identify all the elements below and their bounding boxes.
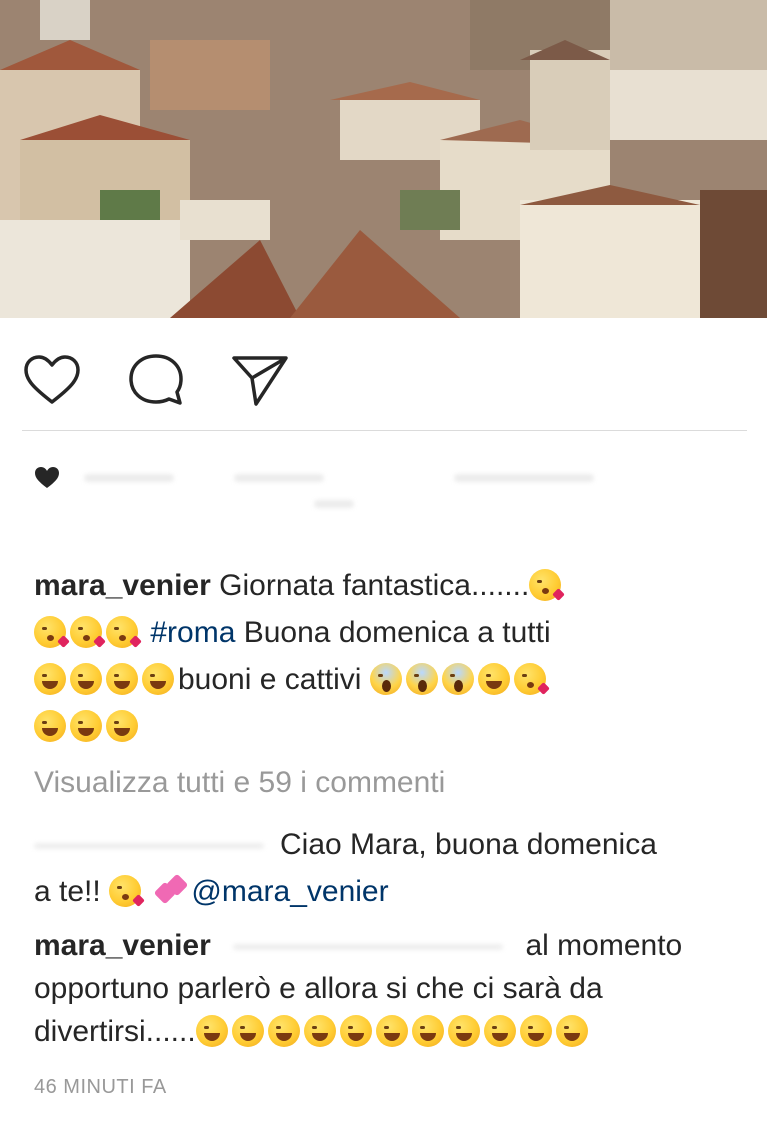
comment-2: mara_venier al momento opportuno parlerò… bbox=[34, 924, 744, 1053]
caption-text: Buona domenica a tutti bbox=[243, 616, 551, 649]
tears-of-joy-emoji bbox=[555, 1015, 588, 1047]
redacted-text bbox=[233, 944, 504, 951]
tears-of-joy-emoji bbox=[106, 710, 138, 742]
kissing-face-emoji bbox=[70, 616, 106, 648]
screaming-face-emoji bbox=[405, 663, 438, 695]
tears-of-joy-emoji bbox=[106, 663, 138, 695]
caption-text: buoni e cattivi bbox=[178, 663, 362, 696]
kissing-face-emoji bbox=[106, 616, 142, 648]
tears-of-joy-emoji bbox=[195, 1015, 228, 1047]
heart-filled-icon bbox=[35, 467, 59, 488]
comment-username[interactable]: mara_venier bbox=[34, 929, 211, 962]
tears-of-joy-emoji bbox=[70, 710, 102, 742]
tears-of-joy-emoji bbox=[267, 1015, 300, 1047]
likes-row[interactable] bbox=[34, 462, 734, 532]
tears-of-joy-emoji bbox=[477, 663, 510, 695]
tears-of-joy-emoji bbox=[34, 663, 66, 695]
like-button[interactable] bbox=[20, 348, 84, 412]
revolving-hearts-emoji bbox=[153, 873, 189, 905]
tears-of-joy-emoji bbox=[447, 1015, 480, 1047]
screaming-face-emoji bbox=[369, 663, 402, 695]
redacted-username bbox=[34, 843, 264, 850]
mention-link[interactable]: @mara_venier bbox=[191, 875, 388, 908]
redacted-likers bbox=[84, 474, 174, 482]
kissing-face-emoji bbox=[34, 616, 70, 648]
kissing-face-emoji bbox=[529, 569, 566, 601]
post-caption: mara_venier Giornata fantastica....... #… bbox=[34, 562, 744, 750]
redacted-likers bbox=[314, 500, 354, 508]
tears-of-joy-emoji bbox=[303, 1015, 336, 1047]
caption-text: Giornata fantastica....... bbox=[219, 569, 530, 602]
comment-text: divertirsi...... bbox=[34, 1015, 196, 1048]
redacted-likers bbox=[234, 474, 324, 482]
screaming-face-emoji bbox=[441, 663, 474, 695]
tears-of-joy-emoji bbox=[142, 663, 174, 695]
comment-1: Ciao Mara, buona domenica a te!! @mara_v… bbox=[34, 821, 744, 915]
tears-of-joy-emoji bbox=[411, 1015, 444, 1047]
comment-text: opportuno parlerò e allora si che ci sar… bbox=[34, 972, 603, 1005]
heart-outline-icon bbox=[24, 355, 80, 404]
tears-of-joy-emoji bbox=[519, 1015, 552, 1047]
divider bbox=[22, 430, 747, 431]
post-photo[interactable] bbox=[0, 0, 767, 318]
rooftops-illustration bbox=[0, 0, 767, 318]
caption-username[interactable]: mara_venier bbox=[34, 569, 211, 602]
tears-of-joy-emoji bbox=[231, 1015, 264, 1047]
tears-of-joy-emoji bbox=[339, 1015, 372, 1047]
paper-plane-icon bbox=[232, 356, 288, 406]
comment-button[interactable] bbox=[124, 348, 188, 412]
post-timestamp: 46 MINUTI FA bbox=[34, 1076, 167, 1098]
tears-of-joy-emoji bbox=[70, 663, 102, 695]
comment-text: al momento bbox=[525, 929, 683, 962]
tears-of-joy-emoji bbox=[375, 1015, 408, 1047]
tears-of-joy-emoji bbox=[483, 1015, 516, 1047]
comment-text: a te!! bbox=[34, 875, 101, 908]
hashtag-link[interactable]: #roma bbox=[150, 616, 235, 649]
redacted-likers bbox=[454, 474, 594, 482]
post-actions-bar bbox=[0, 318, 767, 432]
kissing-face-emoji bbox=[109, 875, 145, 907]
kissing-face-emoji bbox=[513, 663, 550, 695]
tears-of-joy-emoji bbox=[34, 710, 66, 742]
share-button[interactable] bbox=[228, 348, 292, 412]
view-all-comments-link[interactable]: Visualizza tutti e 59 i commenti bbox=[34, 766, 445, 800]
comment-text: Ciao Mara, buona domenica bbox=[280, 828, 657, 861]
comment-bubble-icon bbox=[129, 354, 183, 405]
